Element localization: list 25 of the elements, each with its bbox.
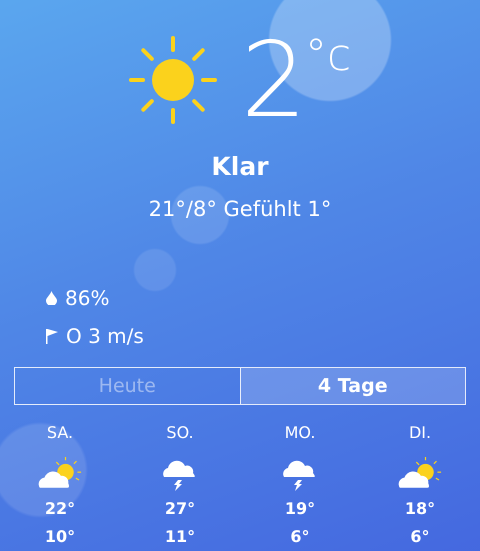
humidity-text: 86% [65, 285, 110, 312]
day-label: SO. [166, 422, 194, 444]
day-label: MO. [284, 422, 316, 444]
droplet-icon [46, 291, 57, 305]
low-temperature: 6° [410, 526, 430, 548]
unit-text: °c [304, 34, 352, 78]
temperature-range-text: 21°/8° Gefühlt 1° [148, 196, 332, 222]
low-temperature: 11° [164, 526, 196, 548]
high-temperature: 18° [404, 498, 436, 520]
partly-sunny-icon [398, 457, 442, 491]
day-label: SA. [46, 422, 74, 444]
high-temperature: 19° [284, 498, 316, 520]
condition-text: Klar [210, 151, 270, 183]
high-temperature: 27° [164, 498, 196, 520]
high-temperature: 22° [44, 498, 76, 520]
low-temperature: 6° [290, 526, 310, 548]
partly-sunny-icon [38, 457, 82, 491]
wind-text: O 3 m/s [66, 323, 144, 350]
temperature-text: 2 [240, 28, 305, 132]
day-label: DI. [408, 422, 432, 444]
sun-icon [128, 36, 217, 124]
low-temperature: 10° [44, 526, 76, 548]
flag-icon [46, 328, 58, 344]
tab[interactable]: Heute [15, 368, 240, 404]
tab[interactable]: 4 Tage [240, 368, 465, 404]
